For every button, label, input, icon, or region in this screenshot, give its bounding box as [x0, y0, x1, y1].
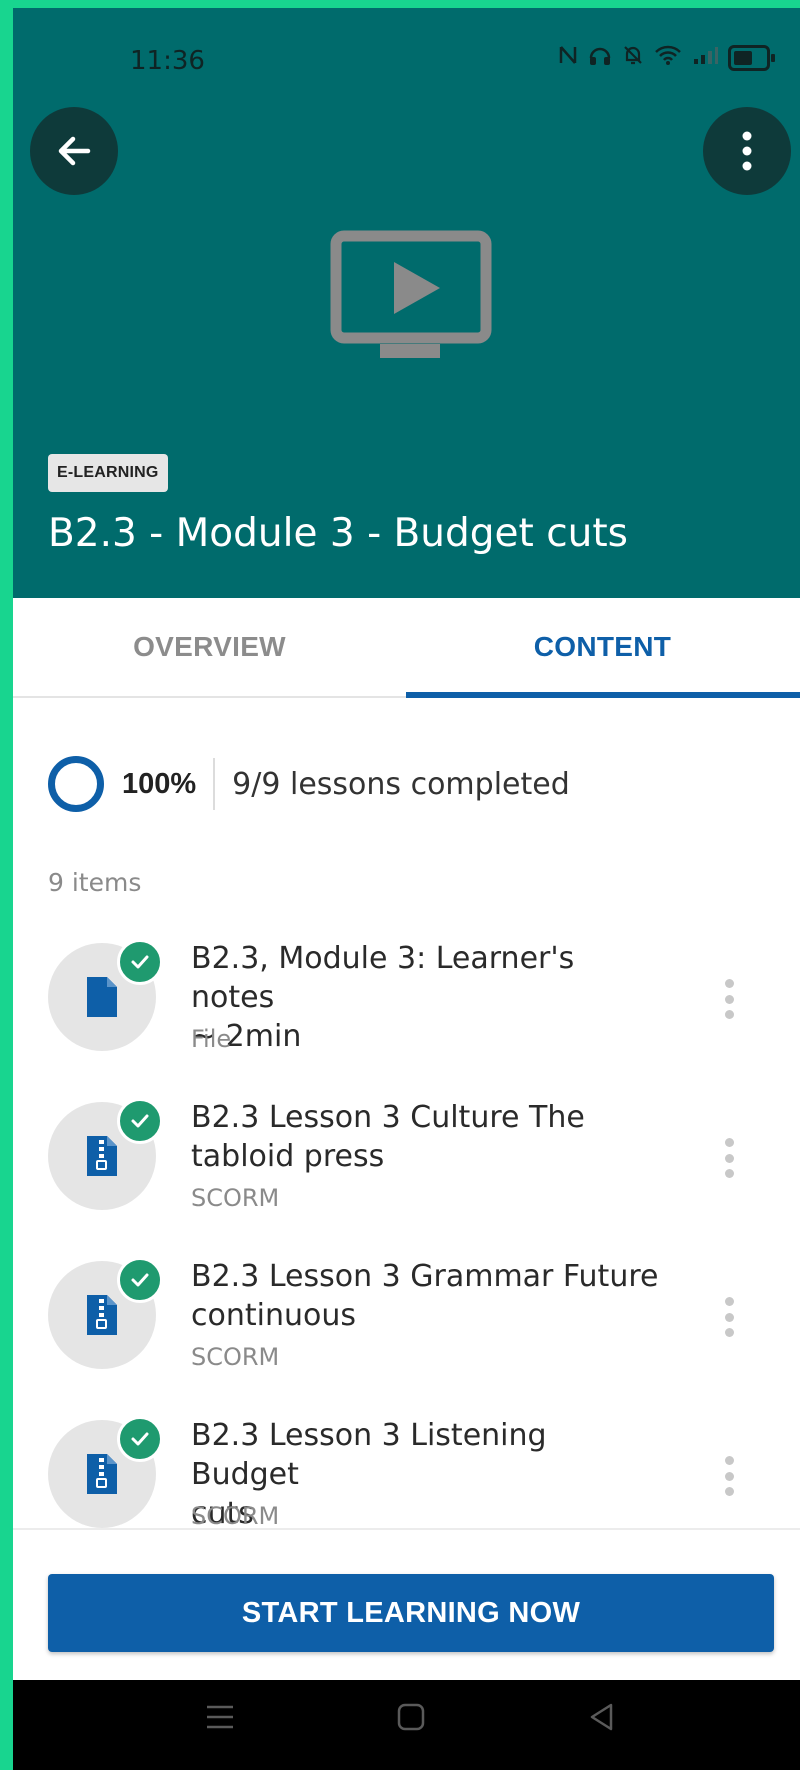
progress-percent: 100%: [122, 767, 197, 800]
battery-icon: [728, 45, 775, 71]
progress-summary: 100% 9/9 lessons completed: [48, 753, 570, 815]
app-screen: 11:36 E-LEARNING B2.3 - Module 3 - Budge…: [13, 8, 800, 1770]
bell-muted-icon: [622, 44, 644, 72]
completed-check-icon: [117, 1098, 163, 1144]
list-item[interactable]: B2.3 Lesson 3 Culture The tabloid press S…: [13, 1098, 800, 1252]
items-count: 9 items: [48, 868, 142, 897]
bottom-action-bar: START LEARNING NOW: [13, 1528, 800, 1690]
progress-ring: [48, 756, 104, 812]
item-more-button[interactable]: [723, 979, 735, 1019]
menu-nav-icon[interactable]: [205, 1702, 235, 1732]
completed-check-icon: [117, 939, 163, 985]
nfc-icon: [558, 44, 578, 72]
item-more-button[interactable]: [723, 1297, 735, 1337]
list-item[interactable]: B2.3 Lesson 3 Grammar Future continuous S…: [13, 1257, 800, 1411]
course-header: 11:36 E-LEARNING B2.3 - Module 3 - Budge…: [13, 8, 800, 598]
course-title: B2.3 - Module 3 - Budget cuts: [48, 511, 628, 556]
completed-check-icon: [117, 1257, 163, 1303]
status-icons: [558, 44, 775, 72]
zip-file-icon: [87, 1136, 117, 1176]
signal-icon: [692, 44, 718, 72]
home-nav-icon[interactable]: [396, 1702, 426, 1732]
item-type: File: [191, 1025, 232, 1053]
system-nav-bar: [13, 1680, 800, 1770]
more-options-button[interactable]: [703, 107, 791, 195]
item-type: SCORM: [191, 1184, 280, 1212]
lessons-completed-text: 9/9 lessons completed: [232, 766, 570, 802]
start-learning-button[interactable]: START LEARNING NOW: [48, 1574, 774, 1652]
zip-file-icon: [87, 1454, 117, 1494]
back-button[interactable]: [30, 107, 118, 195]
item-more-button[interactable]: [723, 1456, 735, 1496]
item-type: SCORM: [191, 1502, 280, 1530]
course-type-badge: E-LEARNING: [48, 454, 168, 492]
headset-icon: [588, 44, 612, 72]
status-time: 11:36: [130, 46, 205, 76]
vertical-dots-icon: [742, 131, 752, 171]
wifi-icon: [654, 44, 682, 72]
list-item[interactable]: B2.3, Module 3: Learner's notes ~ 2min Fi…: [13, 939, 800, 1093]
item-more-button[interactable]: [723, 1138, 735, 1178]
item-title: B2.3 Lesson 3 Grammar Future continuous: [191, 1259, 659, 1333]
tab-content[interactable]: CONTENT: [406, 598, 800, 698]
arrow-left-icon: [58, 136, 91, 166]
zip-file-icon: [87, 1295, 117, 1335]
divider: [213, 758, 216, 810]
video-monitor-icon: [330, 230, 492, 358]
back-nav-icon[interactable]: [587, 1702, 617, 1732]
item-title: B2.3, Module 3: Learner's notes ~ 2min: [191, 941, 575, 1054]
file-icon: [87, 977, 117, 1017]
item-type: SCORM: [191, 1343, 280, 1371]
completed-check-icon: [117, 1416, 163, 1462]
tab-overview[interactable]: OVERVIEW: [13, 598, 406, 696]
tab-bar: OVERVIEW CONTENT: [13, 598, 800, 698]
item-title: B2.3 Lesson 3 Culture The tabloid press: [191, 1100, 585, 1174]
